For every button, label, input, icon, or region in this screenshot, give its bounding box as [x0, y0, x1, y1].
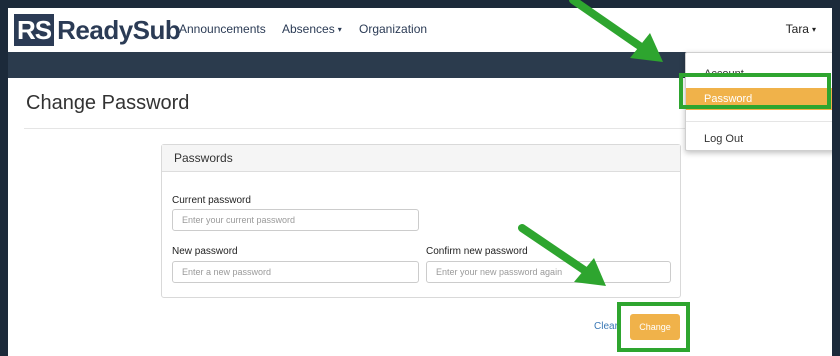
annotation-arrows	[518, 0, 663, 286]
arrow-to-password-icon	[569, 0, 663, 62]
arrow-to-change-icon	[518, 224, 606, 286]
